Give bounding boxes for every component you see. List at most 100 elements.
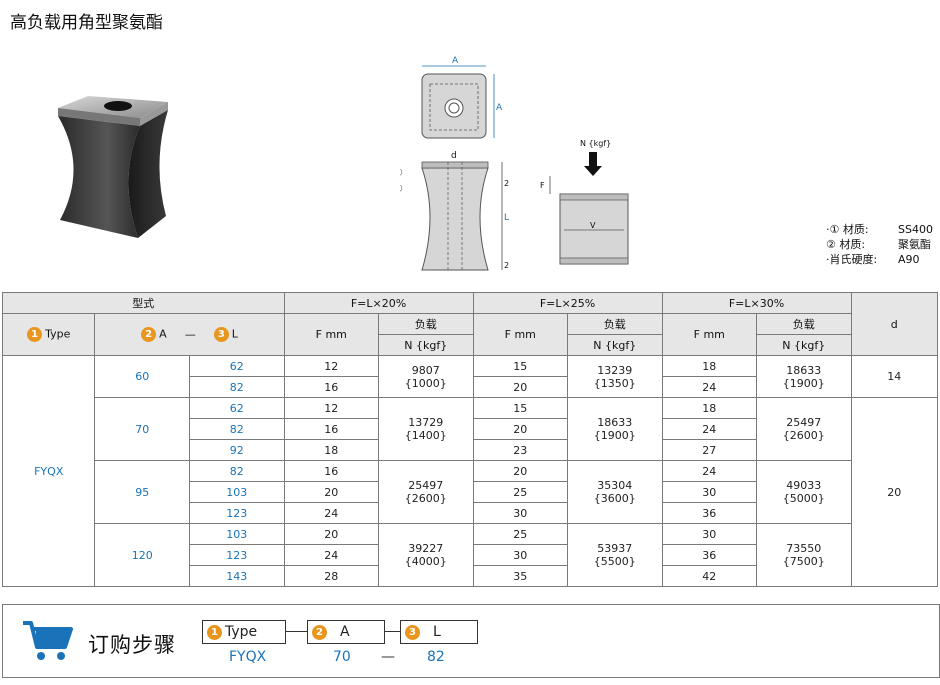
cell-load20: 25497 {2600}: [378, 460, 474, 524]
technical-drawing: A A d 2 L 2 ① ② N {kgf} V F: [400, 56, 629, 271]
cell-l: 62: [188, 355, 285, 377]
cell-f20: 24: [283, 544, 380, 566]
cell-load30: 73550 {7500}: [756, 523, 852, 587]
cell-f30: 27: [661, 439, 758, 461]
header-load: 负载: [756, 313, 852, 335]
cell-load30: 49033 {5000}: [756, 460, 852, 524]
order-title: 订购步骤: [88, 633, 176, 657]
shopping-cart-icon: [23, 621, 73, 660]
header-fmm: F mm: [661, 313, 758, 356]
cell-load25: 18633 {1900}: [567, 397, 663, 461]
cell-d: 20: [850, 397, 939, 587]
cell-f30: 24: [661, 376, 758, 398]
table-row: 120 103 20 39227 {4000} 25 53937 {5500} 30 73550{…: [3, 523, 938, 587]
cell-l: 143: [188, 565, 285, 587]
cell-a: 95: [94, 460, 190, 524]
cell-f30: 18: [661, 397, 758, 419]
order-steps-panel: 订购步骤 1 Type 2A 3L FYQX 70 — 82: [2, 604, 940, 678]
cell-f25: 20: [472, 460, 569, 482]
cell-f30: 18: [661, 355, 758, 377]
force-label: N {kgf}: [580, 139, 611, 148]
header-load: 负载: [567, 313, 663, 335]
cell-l: 82: [188, 376, 285, 398]
cell-f25: 35: [472, 565, 569, 587]
connector: [384, 631, 400, 632]
dim-2-bottom: 2: [504, 261, 509, 270]
cell-a: 70: [94, 397, 190, 461]
marker-1: ①: [400, 168, 403, 179]
order-box-l: 3L: [400, 620, 478, 644]
header-fmm: F mm: [472, 313, 569, 356]
badge-1: 1: [207, 624, 222, 640]
cell-l: 103: [188, 481, 285, 503]
cell-load25: 53937 {5500}: [567, 523, 663, 587]
cell-l: 92: [188, 439, 285, 461]
cell-l: 123: [188, 502, 285, 524]
material-notes: ·① 材质: SS400 ② 材质: 聚氨酯 ·肖氏硬度: A90: [826, 222, 933, 267]
cell-f30: 24: [661, 418, 758, 440]
order-box-a: 2A: [307, 620, 385, 644]
cell-f30: 36: [661, 544, 758, 566]
cell-f25: 30: [472, 502, 569, 524]
order-box-type: 1 Type: [202, 620, 286, 644]
dim-a-top: A: [452, 56, 459, 66]
header-f30: F=L×30%: [661, 292, 852, 314]
header-nkgf: N {kgf}: [567, 334, 663, 356]
cell-f25: 23: [472, 439, 569, 461]
note-row: ② 材质: 聚氨酯: [826, 238, 931, 251]
cell-f25: 25: [472, 481, 569, 503]
table-row: 95 82 16 25497 {2600} 20 35304 {3600} 24 49033 {50…: [3, 460, 938, 524]
badge-2: 2: [141, 327, 157, 342]
badge-3: 3: [405, 624, 420, 640]
cell-f20: 16: [283, 376, 380, 398]
force-arrow-icon: [584, 166, 602, 176]
cell-f20: 28: [283, 565, 380, 587]
order-value-dash: —: [381, 649, 395, 665]
dim-2-top: 2: [504, 179, 509, 188]
cell-f25: 20: [472, 376, 569, 398]
badge-1: 1: [27, 327, 43, 342]
cell-f20: 20: [283, 481, 380, 503]
cell-l: 123: [188, 544, 285, 566]
cell-l: 62: [188, 397, 285, 419]
cell-a: 120: [94, 523, 190, 587]
product-photo: [58, 96, 168, 238]
cell-load25: 13239 {1350}: [567, 355, 663, 398]
table-row: 70 62 12 13729 {1400} 15 18633 {1900} 18 25497 {26…: [3, 397, 939, 587]
cell-f30: 24: [661, 460, 758, 482]
cell-type: FYQX: [1, 355, 96, 587]
cell-load20: 9807 {1000}: [378, 355, 474, 398]
note-row: ·肖氏硬度: A90: [826, 253, 920, 266]
dim-d: d: [451, 151, 457, 161]
order-value-type: FYQX: [229, 649, 267, 665]
cell-f25: 15: [472, 355, 569, 377]
cell-load30: 25497 {2600}: [756, 397, 852, 461]
cell-d: 14: [850, 355, 939, 398]
dim-v: V: [590, 221, 596, 230]
badge-2: 2: [312, 624, 327, 640]
header-d: d: [850, 292, 939, 356]
header-fmm: F mm: [283, 313, 380, 356]
cell-f30: 30: [661, 523, 758, 545]
cell-f20: 12: [283, 355, 380, 377]
cell-load20: 39227 {4000}: [378, 523, 474, 587]
marker-2: ②: [400, 184, 403, 195]
cell-f30: 42: [661, 565, 758, 587]
cell-f20: 20: [283, 523, 380, 545]
dim-l: L: [504, 213, 509, 223]
cell-f20: 12: [283, 397, 380, 419]
cell-f30: 30: [661, 481, 758, 503]
header-f25: F=L×25%: [472, 292, 663, 314]
table-row: FYQX 60 62 12 9807 {1000} 15 13239 {1350} 18 18633…: [1, 355, 939, 587]
cell-l: 82: [188, 460, 285, 482]
header-type: 1 Type: [1, 313, 96, 356]
cell-f25: 15: [472, 397, 569, 419]
cell-f25: 25: [472, 523, 569, 545]
order-value-l: 82: [427, 649, 445, 665]
connector: [285, 631, 307, 632]
dim-f: F: [540, 181, 545, 190]
cell-f30: 36: [661, 502, 758, 524]
cell-f25: 30: [472, 544, 569, 566]
cell-f25: 20: [472, 418, 569, 440]
cell-load30: 18633 {1900}: [756, 355, 852, 398]
